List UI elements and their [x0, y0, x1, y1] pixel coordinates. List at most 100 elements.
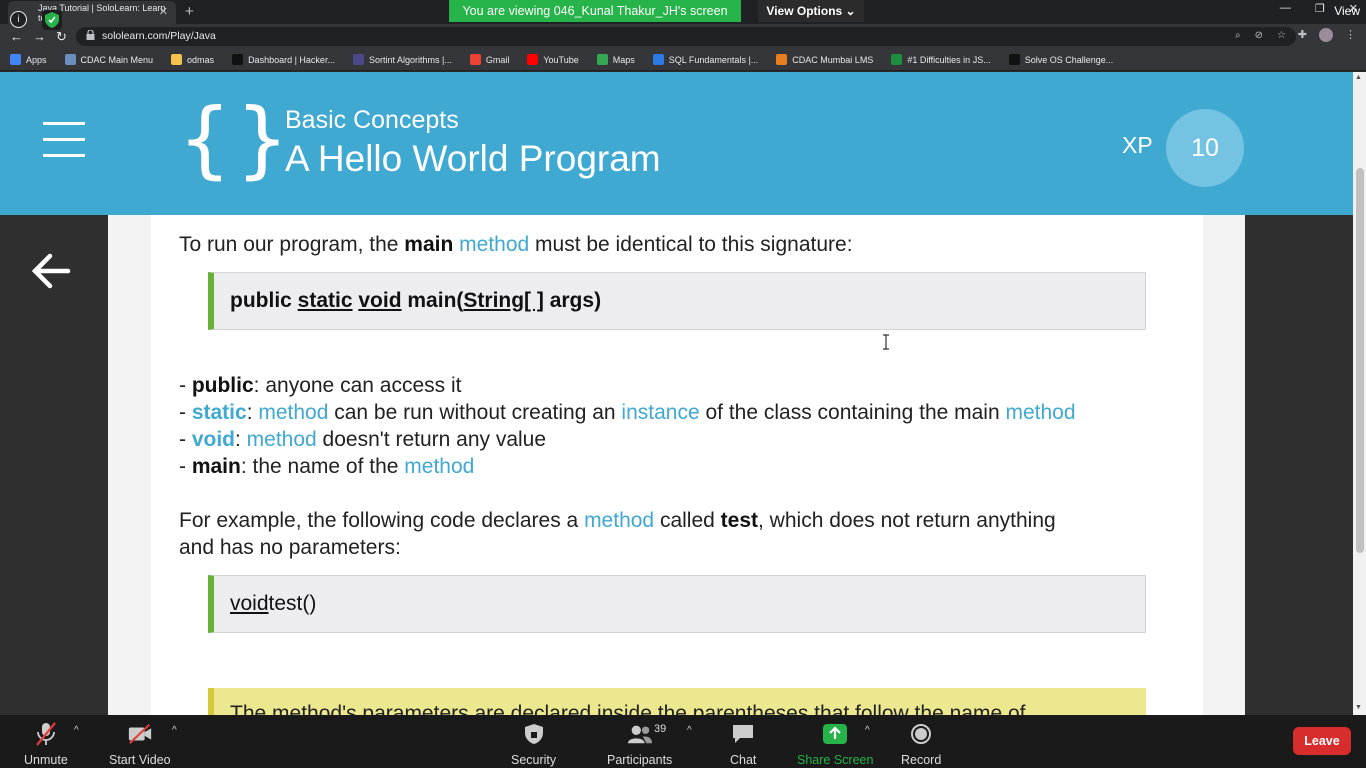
menu-dots-icon[interactable]: ⋮ [1345, 28, 1356, 42]
share-screen-button[interactable]: Share Screen [797, 721, 873, 767]
lesson-title: A Hello World Program [285, 138, 661, 179]
code-args: args) [543, 289, 602, 312]
record-icon [908, 721, 934, 747]
leave-button[interactable]: Leave [1293, 727, 1351, 755]
method-link[interactable]: method [404, 455, 474, 478]
bookmark-favicon-icon [891, 54, 903, 65]
bullet-dash: - [179, 374, 192, 397]
bookmark-item[interactable]: CDAC Mumbai LMS [776, 54, 873, 65]
mouse-cursor-icon [883, 334, 889, 350]
restore-icon[interactable]: ❐ [1315, 2, 1325, 15]
eye-off-icon[interactable]: ⊘ [1255, 30, 1263, 41]
bookmark-item[interactable]: Maps [596, 54, 635, 65]
bookmark-item[interactable]: Apps [10, 54, 47, 65]
code-string: String[ ] [463, 289, 544, 312]
code-void: void [358, 289, 402, 312]
view-options-button[interactable]: View Options ⌄ [758, 0, 864, 22]
bookmark-item[interactable]: Dashboard | Hacker... [232, 54, 335, 65]
method-link[interactable]: method [258, 401, 328, 424]
note-block: The method's parameters are declared ins… [208, 688, 1146, 715]
method-link[interactable]: method [584, 509, 654, 532]
bookmark-favicon-icon [10, 54, 21, 65]
bullet-main: - main: the name of the method [179, 453, 474, 480]
scroll-thumb[interactable] [1356, 168, 1364, 553]
participants-caret-icon[interactable]: ^ [687, 725, 692, 736]
audio-options-caret-icon[interactable]: ^ [74, 725, 79, 736]
bookmark-item[interactable]: #1 Difficulties in JS... [891, 54, 991, 65]
example-text: called [654, 509, 721, 532]
bookmark-favicon-icon [64, 54, 76, 65]
bookmark-favicon-icon [527, 54, 539, 65]
start-video-button[interactable]: Start Video [109, 721, 171, 767]
record-label: Record [901, 753, 942, 767]
method-link[interactable]: method [1005, 401, 1075, 424]
note-clip: The method's parameters are declared ins… [0, 688, 1353, 715]
tab-close-icon[interactable]: ✕ [159, 5, 168, 18]
unmute-button[interactable]: Unmute [24, 721, 68, 767]
zoom-meeting-toolbar: Unmute ^ Start Video ^ Security Particip… [0, 715, 1366, 768]
profile-avatar-icon[interactable] [1319, 28, 1333, 42]
bookmark-item[interactable]: CDAC Main Menu [64, 54, 154, 65]
start-video-label: Start Video [109, 753, 171, 767]
course-title: Basic Concepts [285, 106, 459, 134]
new-tab-icon[interactable]: + [185, 3, 194, 20]
minimize-icon[interactable]: — [1280, 2, 1291, 15]
bullet-static: - static: method can be run without crea… [179, 399, 1076, 426]
video-options-caret-icon[interactable]: ^ [172, 725, 177, 736]
example-paragraph: For example, the following code declares… [179, 507, 1056, 534]
extensions-icon[interactable]: ✚ [1298, 28, 1307, 42]
chat-label: Chat [730, 753, 757, 767]
record-button[interactable]: Record [901, 721, 941, 767]
bookmark-item[interactable]: Sortint Algorithms |... [352, 54, 452, 65]
omnibox[interactable]: sololearn.com/Play/Java ⌕ ⊘ ☆ [76, 27, 1296, 46]
hamburger-menu-icon[interactable] [43, 122, 85, 170]
intro-bold-main: main [404, 233, 454, 256]
bookmark-item[interactable]: odmas [171, 54, 214, 65]
address-bar-row: ← → ↻ sololearn.com/Play/Java ⌕ ⊘ ☆ ✚ ⋮ [0, 24, 1366, 49]
bookmark-item[interactable]: Gmail [469, 54, 510, 65]
bookmark-item[interactable]: YouTube [527, 54, 579, 65]
bookmark-item[interactable]: SQL Fundamentals |... [652, 54, 758, 65]
bookmark-favicon-icon [1008, 54, 1020, 65]
reload-icon[interactable]: ↻ [56, 29, 67, 45]
code-braces-icon: {} [178, 90, 293, 188]
zoom-icon[interactable]: ⌕ [1235, 30, 1241, 41]
share-options-caret-icon[interactable]: ^ [865, 725, 870, 736]
bookmark-favicon-icon [776, 54, 788, 65]
test-code-block: void test() [208, 575, 1146, 633]
view-button[interactable]: View [1334, 4, 1360, 18]
security-button[interactable]: Security [511, 721, 556, 767]
participants-count: 39 [654, 723, 667, 735]
bullet-key-link[interactable]: void [192, 428, 235, 451]
forward-icon[interactable]: → [33, 29, 46, 44]
bookmark-label: Sortint Algorithms |... [368, 54, 452, 65]
back-arrow-icon[interactable] [30, 252, 72, 290]
page-scrollbar[interactable]: ▲ ▼ [1353, 72, 1366, 715]
bookmark-label: odmas [187, 54, 215, 65]
view-options-label: View Options [766, 4, 843, 18]
browser-tab[interactable]: Java Tutorial | SoloLearn: Learn to... ✕ [8, 1, 176, 24]
scroll-down-icon[interactable]: ▼ [1355, 704, 1362, 711]
method-link[interactable]: method [247, 428, 317, 451]
bookmark-item[interactable]: Solve OS Challenge... [1008, 54, 1114, 65]
intro-method-link[interactable]: method [459, 233, 529, 256]
bullet-dash: - [179, 401, 192, 424]
chat-button[interactable]: Chat [730, 721, 756, 767]
bullet-key-link[interactable]: static [192, 401, 247, 424]
back-icon[interactable]: ← [10, 29, 23, 44]
bullet-text: of the class containing the main [699, 401, 1006, 424]
bookmark-label: Maps [612, 54, 635, 65]
bookmark-label: Gmail [485, 54, 510, 65]
info-icon[interactable]: i [10, 11, 27, 28]
participants-label: Participants [607, 753, 673, 767]
bookmark-star-icon[interactable]: ☆ [1277, 30, 1286, 41]
instance-link[interactable]: instance [621, 401, 699, 424]
example-bold-test: test [720, 509, 759, 532]
bookmark-label: Solve OS Challenge... [1024, 54, 1114, 65]
bookmark-favicon-icon [596, 54, 608, 65]
bullet-text: : anyone can access it [253, 374, 462, 397]
bookmark-label: CDAC Main Menu [80, 54, 154, 65]
code-test: test() [268, 592, 317, 615]
xp-label: XP [1122, 132, 1153, 158]
scroll-up-icon[interactable]: ▲ [1355, 74, 1362, 81]
